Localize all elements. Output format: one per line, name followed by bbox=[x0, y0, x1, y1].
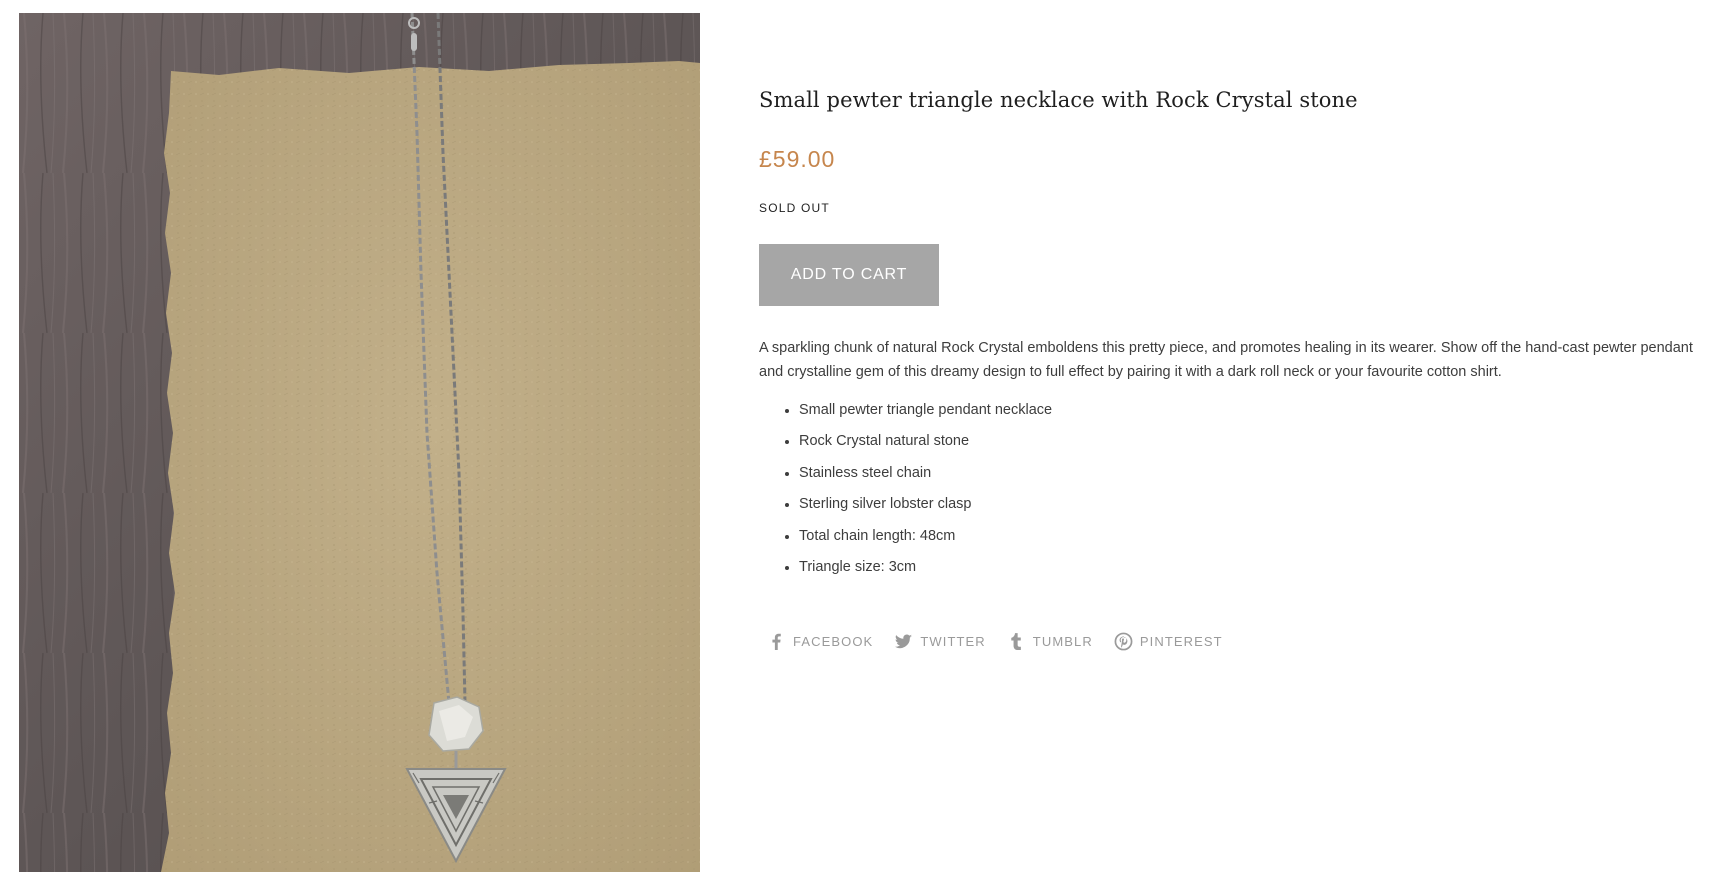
share-twitter-link[interactable]: TWITTER bbox=[894, 632, 985, 651]
list-item: Sterling silver lobster clasp bbox=[784, 492, 1052, 523]
product-image[interactable] bbox=[19, 13, 700, 872]
twitter-icon bbox=[894, 632, 913, 651]
share-twitter-label: TWITTER bbox=[920, 634, 986, 649]
share-tumblr-link[interactable]: TUMBLR bbox=[1007, 632, 1093, 651]
product-price: £59.00 bbox=[759, 146, 836, 172]
add-to-cart-button[interactable]: ADD TO CART bbox=[759, 244, 939, 306]
share-pinterest-label: PINTEREST bbox=[1139, 634, 1223, 649]
product-page: Small pewter triangle necklace with Rock… bbox=[0, 0, 1726, 872]
tumblr-icon bbox=[1007, 632, 1026, 651]
facebook-icon bbox=[767, 632, 786, 651]
share-pinterest-link[interactable]: PINTEREST bbox=[1114, 632, 1223, 651]
feature-list: Small pewter triangle pendant necklace R… bbox=[759, 398, 1052, 586]
share-facebook-link[interactable]: FACEBOOK bbox=[767, 632, 873, 651]
product-title: Small pewter triangle necklace with Rock… bbox=[759, 88, 1358, 112]
product-description: A sparkling chunk of natural Rock Crysta… bbox=[759, 340, 1693, 380]
pinterest-icon bbox=[1114, 632, 1133, 651]
social-share-bar: FACEBOOK TWITTER TUMBLR PINTEREST bbox=[767, 632, 1244, 651]
list-item: Total chain length: 48cm bbox=[784, 524, 1052, 555]
share-facebook-label: FACEBOOK bbox=[793, 634, 874, 649]
list-item: Stainless steel chain bbox=[784, 461, 1052, 492]
list-item: Small pewter triangle pendant necklace bbox=[784, 398, 1052, 429]
necklace-photo bbox=[19, 13, 700, 872]
list-item: Rock Crystal natural stone bbox=[784, 429, 1052, 460]
share-tumblr-label: TUMBLR bbox=[1032, 634, 1093, 649]
stock-status: SOLD OUT bbox=[759, 201, 830, 215]
list-item: Triangle size: 3cm bbox=[784, 555, 1052, 586]
